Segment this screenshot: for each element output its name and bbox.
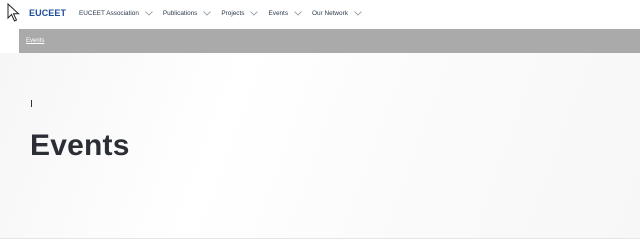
page: EUCEET EUCEET Association Publications P… [0,0,640,242]
breadcrumb: Events [19,29,640,53]
nav-item-label: Publications [162,10,198,17]
top-navigation-bar: EUCEET EUCEET Association Publications P… [0,0,640,28]
breadcrumb-link-events[interactable]: Events [26,37,44,45]
text-cursor [31,100,32,107]
chevron-down-icon [354,11,362,16]
main-menu: EUCEET Association Publications Projects… [79,8,372,19]
nav-item-euceet-association[interactable]: EUCEET Association [79,8,153,19]
chevron-down-icon [145,11,153,16]
chevron-down-icon [294,11,302,16]
nav-item-label: Events [268,10,289,17]
nav-item-label: Our Network [312,10,348,17]
mouse-cursor-icon [7,3,20,22]
nav-item-publications[interactable]: Publications [162,8,212,19]
chevron-down-icon [203,11,212,16]
nav-item-events[interactable]: Events [268,8,302,19]
nav-item-label: EUCEET Association [79,10,139,17]
nav-item-our-network[interactable]: Our Network [312,8,362,19]
chevron-down-icon [250,11,259,16]
divider [0,238,640,239]
page-title: Events [30,129,130,162]
nav-item-projects[interactable]: Projects [221,8,259,19]
nav-item-label: Projects [221,10,245,17]
euceet-logo[interactable]: EUCEET [29,8,66,19]
